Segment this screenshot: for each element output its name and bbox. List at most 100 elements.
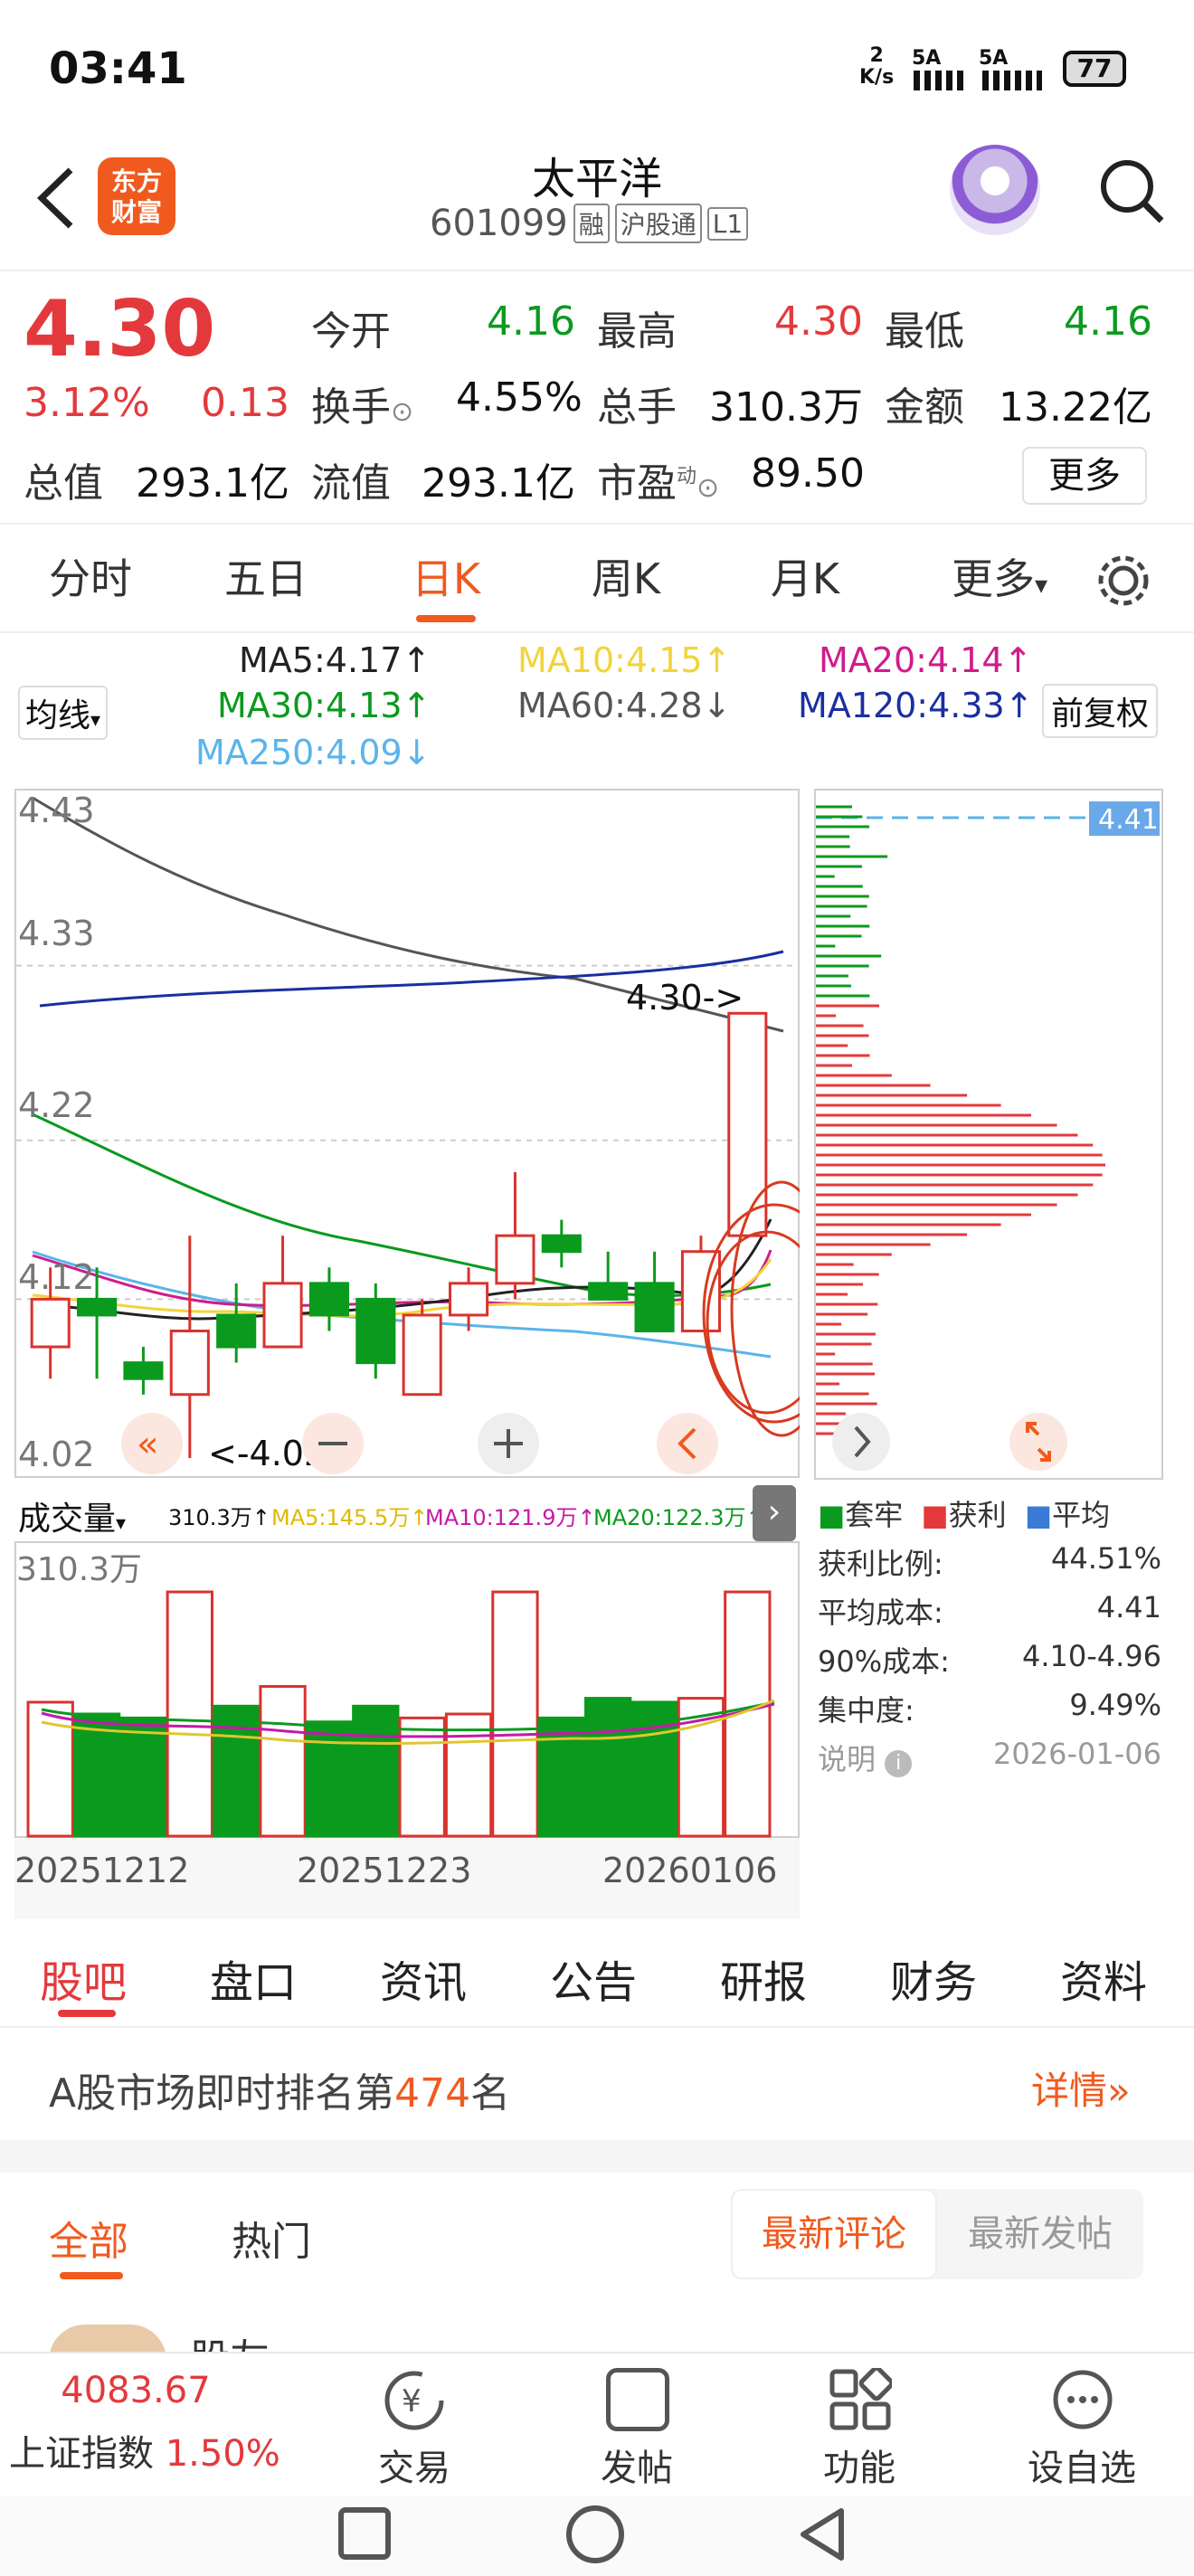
ma5-label: MA5:4.17↑: [239, 640, 431, 680]
yuan-exchange-icon: ¥: [384, 2371, 444, 2430]
tab-weekly-k[interactable]: 周K: [554, 525, 698, 633]
stock-code-row: 601099 融 沪股通 L1: [430, 201, 749, 246]
battery-icon: 77: [1063, 51, 1126, 87]
tab-profile[interactable]: 资料: [1060, 1946, 1147, 2010]
tab-five-day[interactable]: 五日: [194, 525, 338, 633]
chip-info[interactable]: 说明 i: [818, 1737, 913, 1778]
assistant-avatar[interactable]: [950, 145, 1040, 235]
tab-news[interactable]: 资讯: [380, 1946, 467, 2010]
signal-icon-2: 5A: [979, 47, 1009, 70]
stock-name: 太平洋: [531, 154, 662, 204]
scroll-step-left-button[interactable]: [657, 1413, 718, 1474]
pe-label[interactable]: 市盈动⊙: [597, 450, 719, 508]
volume-bar: [305, 1720, 354, 1838]
ma10-label: MA10:4.15↑: [517, 640, 732, 680]
trade-button[interactable]: ¥ 交易: [324, 2363, 505, 2498]
volume-value: 310.3万: [709, 384, 863, 431]
last-price: 4.30: [24, 284, 216, 374]
index-ticker[interactable]: 4083.67 上证指数 1.50%: [0, 2353, 280, 2498]
divider: [0, 2140, 1194, 2173]
chevron-left-icon: [36, 167, 73, 229]
tab-monthly-k[interactable]: 月K: [733, 525, 877, 633]
volume-ma5-label: MA5:145.5万↑: [271, 1505, 429, 1530]
search-icon: [1101, 160, 1164, 223]
volume-max-label: 310.3万: [16, 1551, 143, 1588]
adjust-button[interactable]: 前复权: [1042, 684, 1159, 738]
chip-next-button[interactable]: [832, 1413, 890, 1471]
post-label: 发帖: [601, 2448, 673, 2489]
y-tick: 4.33: [18, 914, 95, 953]
candle-body: [727, 1011, 768, 1237]
functions-button[interactable]: 功能: [769, 2363, 950, 2498]
date-tick: 20251223: [297, 1851, 472, 1890]
more-button[interactable]: 更多: [1022, 447, 1147, 505]
volume-value-label: 310.3万↑: [168, 1505, 270, 1530]
volume-bar: [166, 1590, 213, 1838]
ma-selector[interactable]: 均线▾: [18, 686, 109, 740]
chip-avg-price: 4.41: [1098, 804, 1159, 836]
tab-research[interactable]: 研报: [720, 1946, 807, 2010]
cost-range-value: 4.10-4.96: [1021, 1639, 1161, 1673]
profit-ratio-label: 获利比例:: [818, 1547, 943, 1581]
date-tick: 20260106: [602, 1851, 778, 1890]
candle-body: [308, 1282, 349, 1317]
tab-orderbook[interactable]: 盘口: [210, 1946, 297, 2010]
high-price-marker: 4.30->: [626, 978, 744, 1018]
chip-distribution[interactable]: 4.41: [814, 789, 1163, 1480]
candle-body: [449, 1282, 489, 1317]
y-tick: 4.43: [18, 791, 95, 830]
status-bar: 03:41 2 K/s 5A 5A 77: [0, 0, 1194, 136]
settings-button[interactable]: [1094, 552, 1152, 610]
feed-tab-all[interactable]: 全部: [49, 2209, 128, 2267]
candle-body: [634, 1282, 675, 1333]
index-name-row: 上证指数 1.50%: [9, 2433, 280, 2475]
volume-bar: [119, 1716, 167, 1838]
tab-announcements[interactable]: 公告: [550, 1946, 637, 2010]
candle-body: [495, 1234, 535, 1285]
tab-more[interactable]: 更多▾: [923, 525, 1076, 633]
high-value: 4.30: [774, 298, 863, 345]
change-amount: 0.13: [201, 380, 289, 426]
rank-detail-link[interactable]: 详情»: [1031, 2060, 1131, 2116]
app-logo[interactable]: 东方 财富: [98, 157, 175, 235]
zoom-in-button[interactable]: [478, 1413, 539, 1474]
profit-ratio-value: 44.51%: [1050, 1541, 1161, 1576]
back-button[interactable]: [31, 166, 85, 230]
avg-cost-value: 4.41: [1096, 1590, 1161, 1624]
chevron-right-icon: ›: [767, 1493, 782, 1530]
add-watchlist-button[interactable]: 设自选: [991, 2363, 1172, 2498]
candle-body: [402, 1313, 442, 1397]
content-tabs: 股吧 盘口 资讯 公告 研报 财务 资料: [0, 1919, 1194, 2028]
candle-body: [541, 1234, 582, 1254]
volume-bar: [72, 1712, 121, 1838]
chip-expand-button[interactable]: [1009, 1413, 1067, 1471]
tab-forum[interactable]: 股吧: [40, 1946, 127, 2010]
ma30-label: MA30:4.13↑: [217, 686, 431, 725]
recents-button[interactable]: [338, 2507, 391, 2560]
search-button[interactable]: [1096, 156, 1169, 228]
sort-latest-post[interactable]: 最新发帖: [937, 2189, 1143, 2279]
market-rank-row[interactable]: A股市场即时排名第474名 详情»: [0, 2030, 1194, 2138]
post-button[interactable]: 发帖: [546, 2363, 727, 2498]
feed-tab-hot[interactable]: 热门: [232, 2209, 311, 2267]
tab-intraday[interactable]: 分时: [18, 525, 163, 633]
add-watchlist-label: 设自选: [1028, 2448, 1136, 2489]
info-icon: i: [885, 1750, 913, 1777]
home-button[interactable]: [566, 2505, 624, 2563]
connect-badge: 沪股通: [614, 204, 702, 243]
post-username[interactable]: 股友: [190, 2326, 270, 2353]
turnover-label[interactable]: 换手⊙: [311, 374, 413, 432]
zoom-out-button[interactable]: [302, 1413, 364, 1474]
sort-latest-comment[interactable]: 最新评论: [731, 2189, 937, 2279]
back-triangle-icon[interactable]: [796, 2505, 850, 2563]
signal-icon: 5A: [912, 47, 942, 70]
volume-indicator-selector[interactable]: 成交量▾: [18, 1492, 126, 1539]
volume-expand-button[interactable]: ›: [753, 1485, 796, 1541]
mktcap-value: 293.1亿: [136, 460, 289, 507]
avg-cost-label: 平均成本:: [818, 1596, 943, 1630]
candle-body: [216, 1313, 257, 1349]
concentration-value: 9.49%: [1069, 1688, 1161, 1722]
tab-finance[interactable]: 财务: [890, 1946, 977, 2010]
low-label: 最低: [885, 308, 964, 355]
volume-bar: [444, 1712, 493, 1838]
